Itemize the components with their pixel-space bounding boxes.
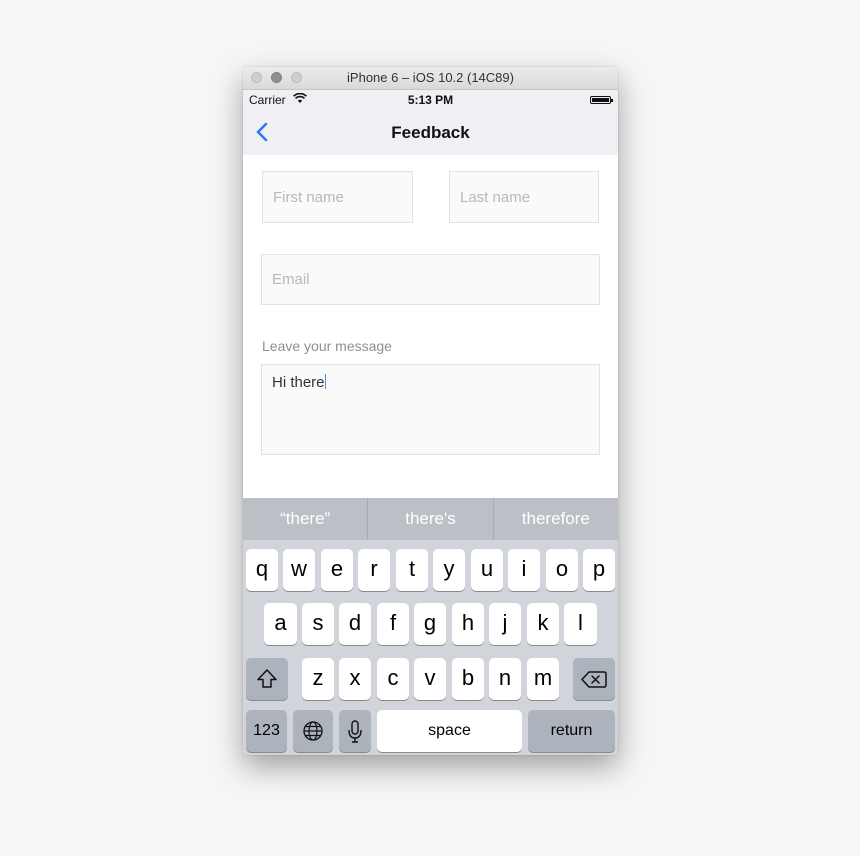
key-w[interactable]: w [283,549,315,591]
keyboard: “there” there's therefore q w e r t y u … [243,498,618,755]
prediction-2[interactable]: there's [368,498,494,540]
key-j[interactable]: j [489,603,521,645]
simulator-window: iPhone 6 – iOS 10.2 (14C89) Carrier 5:13… [243,67,618,755]
message-label: Leave your message [262,338,392,354]
window-titlebar: iPhone 6 – iOS 10.2 (14C89) [243,67,618,90]
key-n[interactable]: n [489,658,521,700]
key-c[interactable]: c [377,658,409,700]
key-v[interactable]: v [414,658,446,700]
first-name-input[interactable] [262,171,413,223]
key-i[interactable]: i [508,549,540,591]
prediction-1[interactable]: “there” [243,498,369,540]
key-q[interactable]: q [246,549,278,591]
last-name-input[interactable] [449,171,599,223]
key-s[interactable]: s [302,603,334,645]
key-t[interactable]: t [396,549,428,591]
key-y[interactable]: y [433,549,465,591]
key-k[interactable]: k [527,603,559,645]
shift-key[interactable] [246,658,288,700]
navigation-bar: Feedback [243,110,618,155]
key-d[interactable]: d [339,603,371,645]
key-f[interactable]: f [377,603,409,645]
page-title: Feedback [391,123,470,142]
status-bar: Carrier 5:13 PM [243,90,618,110]
globe-key[interactable] [293,710,333,752]
key-z[interactable]: z [302,658,334,700]
prediction-3[interactable]: therefore [494,498,618,540]
text-cursor [324,374,326,389]
key-r[interactable]: r [358,549,390,591]
key-b[interactable]: b [452,658,484,700]
microphone-key[interactable] [339,710,371,752]
delete-key[interactable] [573,658,615,700]
window-title: iPhone 6 – iOS 10.2 (14C89) [347,70,514,85]
microphone-icon [348,720,362,743]
globe-icon [303,721,323,741]
key-o[interactable]: o [546,549,578,591]
key-l[interactable]: l [564,603,597,645]
message-textarea[interactable]: Hi there [261,364,600,455]
key-u[interactable]: u [471,549,503,591]
status-time: 5:13 PM [407,93,454,107]
message-text: Hi there [272,374,325,391]
delete-icon [581,671,607,688]
return-key[interactable]: return [528,710,615,752]
predictive-bar: “there” there's therefore [243,498,618,540]
key-g[interactable]: g [414,603,446,645]
key-x[interactable]: x [339,658,371,700]
shift-icon [257,669,277,688]
key-e[interactable]: e [321,549,353,591]
battery-icon [590,96,613,104]
email-input[interactable] [261,254,600,305]
key-h[interactable]: h [452,603,484,645]
key-p[interactable]: p [583,549,615,591]
space-key[interactable]: space [377,710,522,752]
key-a[interactable]: a [264,603,297,645]
key-m[interactable]: m [527,658,559,700]
numbers-key[interactable]: 123 [246,710,287,752]
